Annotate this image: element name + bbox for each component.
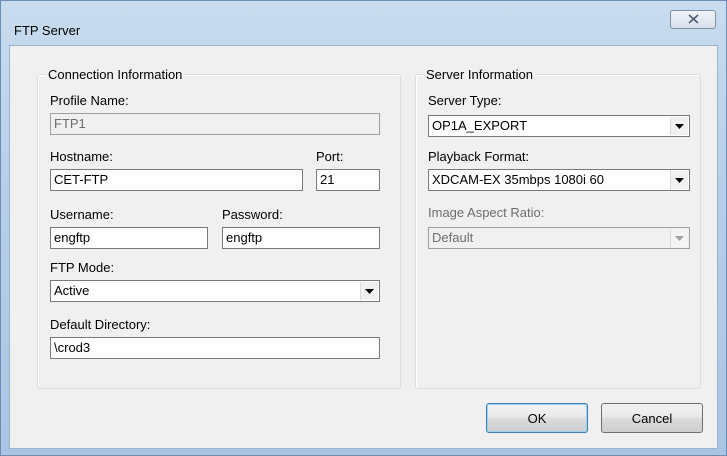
chevron-down-icon[interactable] [670, 117, 688, 135]
hostname-field[interactable]: CET-FTP [50, 169, 303, 191]
server-type-label: Server Type: [428, 93, 502, 108]
username-label: Username: [50, 207, 114, 222]
close-x-icon [687, 12, 699, 27]
ok-button[interactable]: OK [486, 403, 588, 433]
connection-information-legend: Connection Information [46, 67, 185, 82]
title-bar[interactable]: FTP Server [1, 1, 726, 43]
username-field[interactable]: engftp [50, 227, 208, 249]
image-aspect-ratio-label: Image Aspect Ratio: [428, 205, 545, 220]
playback-format-select[interactable]: XDCAM-EX 35mbps 1080i 60 [428, 169, 690, 191]
port-field[interactable]: 21 [316, 169, 380, 191]
close-button[interactable] [670, 10, 716, 29]
ftp-mode-label: FTP Mode: [50, 260, 115, 275]
default-directory-label: Default Directory: [50, 317, 151, 332]
hostname-label: Hostname: [50, 149, 113, 164]
profile-name-label: Profile Name: [50, 93, 129, 108]
server-information-group: Server Information Server Type: OP1A_EXP… [415, 67, 701, 389]
dialog-client-area: Connection Information Profile Name: FTP… [9, 45, 718, 449]
ftp-mode-select[interactable]: Active [50, 280, 380, 302]
chevron-down-icon [670, 229, 688, 247]
chevron-down-icon[interactable] [670, 171, 688, 189]
playback-format-label: Playback Format: [428, 149, 530, 164]
default-directory-field[interactable]: \crod3 [50, 337, 380, 359]
server-type-select[interactable]: OP1A_EXPORT [428, 115, 690, 137]
ftp-server-dialog: FTP Server Connection Information Profil… [0, 0, 727, 456]
chevron-down-icon[interactable] [360, 282, 378, 300]
port-label: Port: [316, 149, 344, 164]
connection-information-group: Connection Information Profile Name: FTP… [37, 67, 401, 389]
image-aspect-ratio-select: Default [428, 227, 690, 249]
password-label: Password: [222, 207, 283, 222]
password-field[interactable]: engftp [222, 227, 380, 249]
server-information-legend: Server Information [424, 67, 535, 82]
profile-name-field: FTP1 [50, 113, 380, 135]
window-title: FTP Server [14, 23, 81, 38]
cancel-button[interactable]: Cancel [601, 403, 703, 433]
